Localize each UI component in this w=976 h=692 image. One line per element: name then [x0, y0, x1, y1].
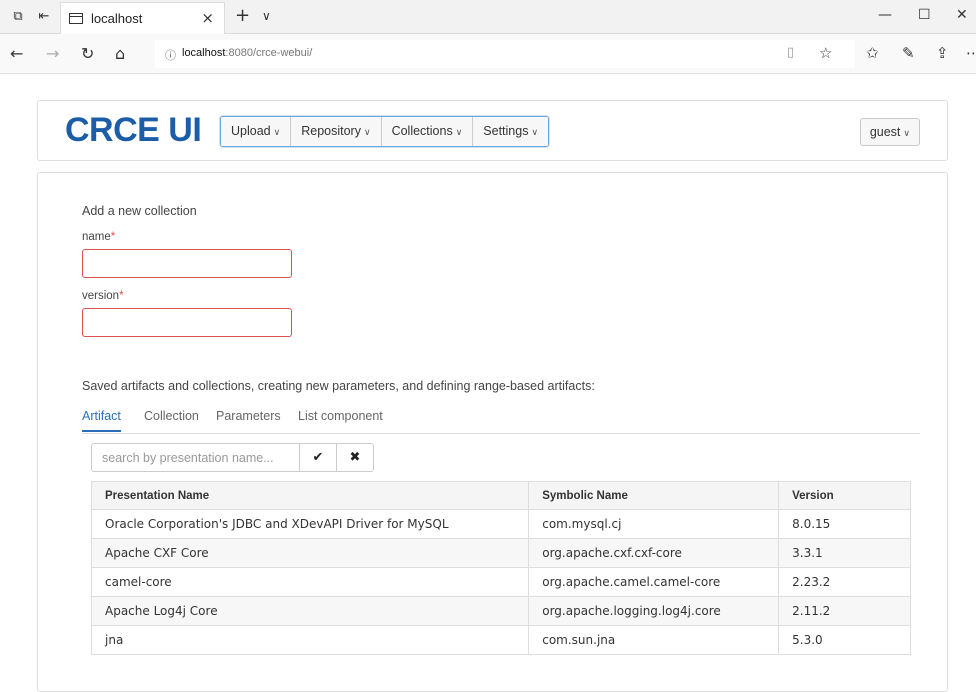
- url-field[interactable]: ⓘ localhost:8080/crce-webui/ ▯ ☆: [155, 40, 855, 68]
- search-group: ✔ ✖: [91, 443, 374, 472]
- name-field[interactable]: [82, 249, 292, 278]
- tab-title: localhost: [91, 11, 143, 26]
- presentation-name-cell: camel-core: [90, 567, 530, 597]
- symbolic-name-cell: com.sun.jna: [528, 625, 780, 655]
- version-cell: 2.11.2: [778, 596, 911, 626]
- chevron-down-icon[interactable]: ∨: [262, 9, 271, 23]
- presentation-name-cell: Apache Log4j Core: [90, 596, 530, 626]
- more-icon[interactable]: ⋯: [966, 44, 976, 62]
- settings-menu-button[interactable]: Settings ∨: [473, 117, 549, 146]
- address-bar: ← → ↻ ⌂ ⓘ localhost:8080/crce-webui/ ▯ ☆…: [0, 34, 976, 74]
- back-icon[interactable]: ←: [10, 44, 23, 63]
- presentation-name-cell: Apache CXF Core: [90, 538, 530, 568]
- column-header[interactable]: Presentation Name: [90, 481, 530, 510]
- presentation-name-cell: jna: [90, 625, 530, 655]
- table-row[interactable]: Oracle Corporation's JDBC and XDevAPI Dr…: [90, 509, 911, 539]
- user-menu-button[interactable]: guest ∨: [859, 118, 920, 146]
- minimize-icon[interactable]: —: [878, 7, 892, 23]
- check-icon: ✔: [312, 450, 324, 465]
- browser-tab-bar: ⧉ ⇤ localhost × + ∨ — ☐ ✕: [0, 0, 976, 34]
- table-row[interactable]: Apache CXF Core org.apache.cxf.cxf-core …: [90, 538, 911, 568]
- column-header[interactable]: Version: [778, 481, 911, 510]
- tab-list-component[interactable]: List component: [298, 409, 383, 430]
- page-content: CRCE UI Upload ∨ Repository ∨ Collections ∨…: [0, 75, 976, 692]
- version-label: version*: [82, 290, 124, 302]
- tab-parameters[interactable]: Parameters: [216, 409, 281, 430]
- tab-collection[interactable]: Collection: [144, 409, 199, 430]
- share-icon[interactable]: ⇪: [936, 44, 949, 62]
- info-icon[interactable]: ⓘ: [165, 47, 176, 63]
- presentation-name-cell: Oracle Corporation's JDBC and XDevAPI Dr…: [90, 509, 530, 539]
- star-icon[interactable]: ☆: [819, 44, 832, 62]
- app-header: CRCE UI Upload ∨ Repository ∨ Collections ∨…: [37, 100, 948, 161]
- symbolic-name-cell: org.apache.cxf.cxf-core: [528, 538, 780, 568]
- artifacts-table: Presentation Name Symbolic Name Version …: [90, 481, 911, 655]
- pen-icon[interactable]: ✎: [902, 44, 915, 62]
- version-cell: 8.0.15: [778, 509, 911, 539]
- close-tab-icon[interactable]: ×: [201, 9, 214, 27]
- forward-icon[interactable]: →: [46, 44, 59, 63]
- chevron-down-icon: ∨: [363, 128, 371, 138]
- name-label: name*: [82, 231, 116, 243]
- saved-tabs: Artifact Collection Parameters List comp…: [82, 409, 920, 434]
- search-input[interactable]: [91, 443, 300, 472]
- new-tab-icon[interactable]: +: [235, 5, 250, 26]
- version-cell: 3.3.1: [778, 538, 911, 568]
- close-window-icon[interactable]: ✕: [956, 7, 968, 23]
- repository-menu-button[interactable]: Repository ∨: [291, 117, 382, 146]
- url-text: localhost:8080/crce-webui/: [182, 47, 313, 59]
- chevron-down-icon: ∨: [903, 129, 910, 139]
- table-header-row: Presentation Name Symbolic Name Version: [90, 481, 911, 510]
- tab-artifact[interactable]: Artifact: [82, 409, 121, 432]
- form-title: Add a new collection: [82, 204, 197, 218]
- symbolic-name-cell: com.mysql.cj: [528, 509, 780, 539]
- chevron-down-icon: ∨: [273, 128, 281, 138]
- clear-icon: ✖: [349, 450, 361, 465]
- maximize-icon[interactable]: ☐: [918, 7, 931, 23]
- saved-description: Saved artifacts and collections, creatin…: [82, 379, 595, 393]
- clear-search-button[interactable]: ✖: [337, 443, 374, 472]
- main-nav: Upload ∨ Repository ∨ Collections ∨ Setting…: [220, 116, 550, 147]
- logo[interactable]: CRCE UI: [65, 111, 202, 150]
- reading-view-icon[interactable]: ▯: [787, 45, 794, 60]
- column-header[interactable]: Symbolic Name: [528, 481, 780, 510]
- table-row[interactable]: camel-core org.apache.camel.camel-core 2…: [90, 567, 911, 597]
- chevron-down-icon: ∨: [531, 128, 539, 138]
- chevron-down-icon: ∨: [455, 128, 463, 138]
- version-cell: 2.23.2: [778, 567, 911, 597]
- version-field[interactable]: [82, 308, 292, 337]
- browser-tab[interactable]: localhost ×: [60, 2, 225, 34]
- home-icon[interactable]: ⌂: [115, 44, 125, 63]
- tab-actions-icon[interactable]: ⧉: [10, 9, 26, 25]
- page-icon: [69, 13, 83, 24]
- upload-menu-button[interactable]: Upload ∨: [221, 117, 292, 146]
- set-tabs-aside-icon[interactable]: ⇤: [36, 9, 52, 25]
- refresh-icon[interactable]: ↻: [81, 44, 94, 63]
- confirm-search-button[interactable]: ✔: [300, 443, 337, 472]
- symbolic-name-cell: org.apache.camel.camel-core: [528, 567, 780, 597]
- symbolic-name-cell: org.apache.logging.log4j.core: [528, 596, 780, 626]
- table-row[interactable]: jna com.sun.jna 5.3.0: [90, 625, 911, 655]
- table-row[interactable]: Apache Log4j Core org.apache.logging.log…: [90, 596, 911, 626]
- version-cell: 5.3.0: [778, 625, 911, 655]
- favorites-icon[interactable]: ✩: [866, 44, 879, 62]
- collection-panel: Add a new collection name* version* Save…: [37, 172, 948, 692]
- collections-menu-button[interactable]: Collections ∨: [381, 117, 474, 146]
